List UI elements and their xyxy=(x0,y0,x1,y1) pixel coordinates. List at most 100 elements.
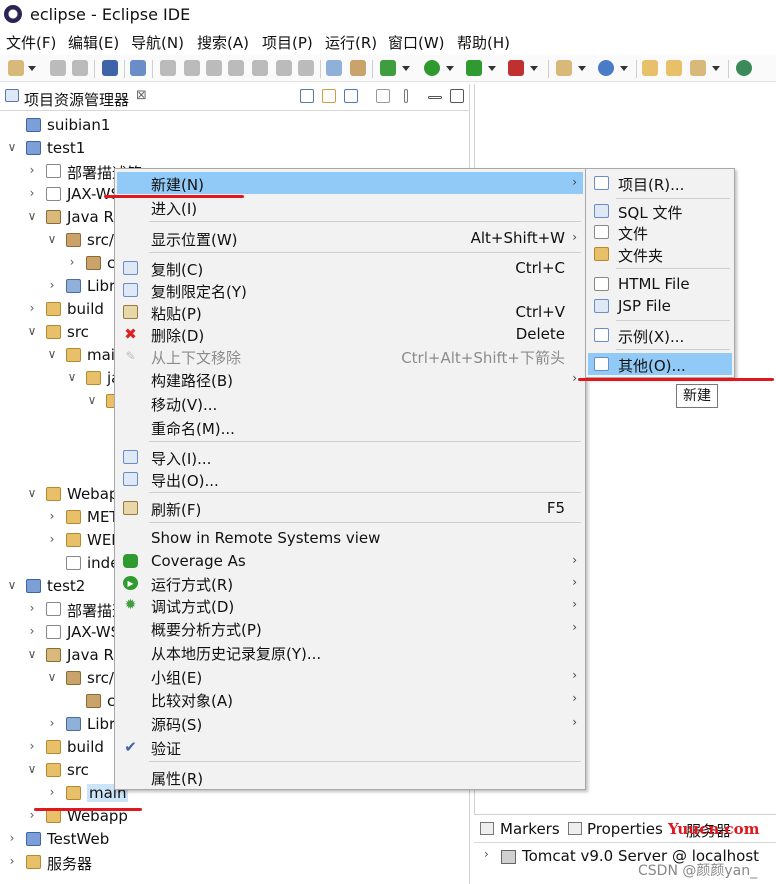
external-tools-icon[interactable] xyxy=(508,60,524,76)
more-icon[interactable] xyxy=(404,89,408,103)
open-declaration-icon[interactable] xyxy=(350,60,366,76)
use-step-filters-icon[interactable] xyxy=(326,60,342,76)
submenu-item-jsp-file[interactable]: JSP File xyxy=(588,295,732,317)
resume-icon[interactable] xyxy=(160,60,176,76)
menu-item-rename[interactable]: 重命名(M)... xyxy=(117,416,583,438)
new-class-icon[interactable] xyxy=(598,60,614,76)
coverage-icon[interactable] xyxy=(466,60,482,76)
chevron-down-icon[interactable]: ∨ xyxy=(46,232,58,246)
search-tool-icon[interactable] xyxy=(690,60,706,76)
chevron-right-icon[interactable]: › xyxy=(46,278,58,292)
menu-item-copy[interactable]: 复制(C) Ctrl+C xyxy=(117,257,583,279)
project-explorer-tab[interactable]: 项目资源管理器 ⊠ xyxy=(0,84,470,111)
chevron-right-icon[interactable]: › xyxy=(26,163,38,177)
maximize-icon[interactable] xyxy=(450,89,464,103)
collapse-all-icon[interactable] xyxy=(300,89,314,103)
coverage-dropdown-icon[interactable] xyxy=(488,66,496,71)
menu-item-move[interactable]: 移动(V)... xyxy=(117,392,583,414)
menu-item-export[interactable]: 导出(O)... xyxy=(117,468,583,490)
chevron-right-icon[interactable]: › xyxy=(66,255,78,269)
disconnect-icon[interactable] xyxy=(228,60,244,76)
menu-item-restore-history[interactable]: 从本地历史记录复原(Y)... xyxy=(117,641,583,663)
chevron-right-icon[interactable]: › xyxy=(26,301,38,315)
chevron-down-icon[interactable]: ∨ xyxy=(26,209,38,223)
menu-project[interactable]: 项目(P) xyxy=(262,32,313,53)
menu-navigate[interactable]: 导航(N) xyxy=(131,32,184,53)
chevron-right-icon[interactable]: › xyxy=(46,509,58,523)
menu-item-new[interactable]: 新建(N) › xyxy=(117,172,583,194)
submenu-item-folder[interactable]: 文件夹 xyxy=(588,243,732,265)
new-java-dropdown-icon[interactable] xyxy=(578,66,586,71)
save-all-icon[interactable] xyxy=(72,60,88,76)
step-over-icon[interactable] xyxy=(276,60,292,76)
close-view-icon[interactable]: ⊠ xyxy=(136,88,147,103)
open-type-icon[interactable] xyxy=(642,60,658,76)
chevron-down-icon[interactable]: ∨ xyxy=(46,347,58,361)
chevron-right-icon[interactable]: › xyxy=(26,624,38,638)
chevron-down-icon[interactable]: ∨ xyxy=(46,670,58,684)
open-task-icon[interactable] xyxy=(666,60,682,76)
new-dropdown-icon[interactable] xyxy=(28,66,36,71)
menu-help[interactable]: 帮助(H) xyxy=(457,32,510,53)
submenu-item-html-file[interactable]: HTML File xyxy=(588,273,732,295)
chevron-down-icon[interactable]: ∨ xyxy=(6,578,18,592)
menu-item-source[interactable]: 源码(S) › xyxy=(117,712,583,734)
link-with-editor-icon[interactable] xyxy=(322,89,336,103)
chevron-down-icon[interactable]: ∨ xyxy=(26,762,38,776)
menu-item-refresh[interactable]: 刷新(F) F5 xyxy=(117,497,583,519)
chevron-down-icon[interactable]: ∨ xyxy=(66,370,78,384)
menu-item-compare[interactable]: 比较对象(A) › xyxy=(117,688,583,710)
menu-item-team[interactable]: 小组(E) › xyxy=(117,665,583,687)
new-java-project-icon[interactable] xyxy=(556,60,572,76)
chevron-down-icon[interactable]: ∨ xyxy=(86,393,98,407)
debug-dropdown-icon[interactable] xyxy=(402,66,410,71)
menu-item-profile-as[interactable]: 概要分析方式(P) › xyxy=(117,617,583,639)
search-dropdown-icon[interactable] xyxy=(712,66,720,71)
chevron-right-icon[interactable]: › xyxy=(6,854,18,868)
chevron-right-icon[interactable]: › xyxy=(26,739,38,753)
save-icon[interactable] xyxy=(50,60,66,76)
chevron-right-icon[interactable]: › xyxy=(26,601,38,615)
chevron-down-icon[interactable]: ∨ xyxy=(26,647,38,661)
submenu-item-other[interactable]: 其他(O)... xyxy=(588,353,732,375)
tab-properties[interactable]: Properties xyxy=(587,820,663,838)
menu-item-go-into[interactable]: 进入(I) xyxy=(117,196,583,218)
menu-item-copy-qualified[interactable]: 复制限定名(Y) xyxy=(117,279,583,301)
menu-item-build-path[interactable]: 构建路径(B) › xyxy=(117,368,583,390)
new-class-dropdown-icon[interactable] xyxy=(620,66,628,71)
step-return-icon[interactable] xyxy=(298,60,314,76)
menu-file[interactable]: 文件(F) xyxy=(6,32,56,53)
external-tools-dropdown-icon[interactable] xyxy=(530,66,538,71)
server-expand-chevron-icon[interactable]: › xyxy=(484,847,489,861)
menu-item-validate[interactable]: ✔ 验证 xyxy=(117,736,583,759)
submenu-item-sql-file[interactable]: SQL 文件 xyxy=(588,200,732,222)
menu-item-run-as[interactable]: ▸ 运行方式(R) › xyxy=(117,572,583,594)
tab-markers[interactable]: Markers xyxy=(500,820,560,838)
suspend-icon[interactable] xyxy=(184,60,200,76)
submenu-item-example[interactable]: 示例(X)... xyxy=(588,324,732,346)
menu-item-show-in[interactable]: 显示位置(W) Alt+Shift+W › xyxy=(117,227,583,249)
menu-item-import[interactable]: 导入(I)... xyxy=(117,446,583,468)
debug-icon[interactable] xyxy=(380,60,396,76)
run-dropdown-icon[interactable] xyxy=(446,66,454,71)
run-icon[interactable] xyxy=(424,60,440,76)
menu-item-paste[interactable]: 粘贴(P) Ctrl+V xyxy=(117,301,583,323)
step-into-icon[interactable] xyxy=(252,60,268,76)
terminate-icon[interactable] xyxy=(206,60,222,76)
submenu-item-file[interactable]: 文件 xyxy=(588,221,732,243)
menu-item-delete[interactable]: ✖ 删除(D) Delete xyxy=(117,323,583,345)
menu-run[interactable]: 运行(R) xyxy=(325,32,377,53)
filter-icon[interactable] xyxy=(344,89,358,103)
chevron-right-icon[interactable]: › xyxy=(46,532,58,546)
menu-item-debug-as[interactable]: ✹ 调试方式(D) › xyxy=(117,594,583,616)
chevron-right-icon[interactable]: › xyxy=(46,716,58,730)
view-menu-icon[interactable] xyxy=(376,89,390,103)
menu-item-coverage[interactable]: Coverage As › xyxy=(117,550,583,572)
chevron-down-icon[interactable]: ∨ xyxy=(6,140,18,154)
chevron-down-icon[interactable]: ∨ xyxy=(26,324,38,338)
menu-edit[interactable]: 编辑(E) xyxy=(68,32,119,53)
terminal-icon[interactable] xyxy=(102,60,118,76)
skip-breakpoints-icon[interactable] xyxy=(130,60,146,76)
chevron-right-icon[interactable]: › xyxy=(26,186,38,200)
menu-item-show-remote[interactable]: Show in Remote Systems view xyxy=(117,527,583,549)
